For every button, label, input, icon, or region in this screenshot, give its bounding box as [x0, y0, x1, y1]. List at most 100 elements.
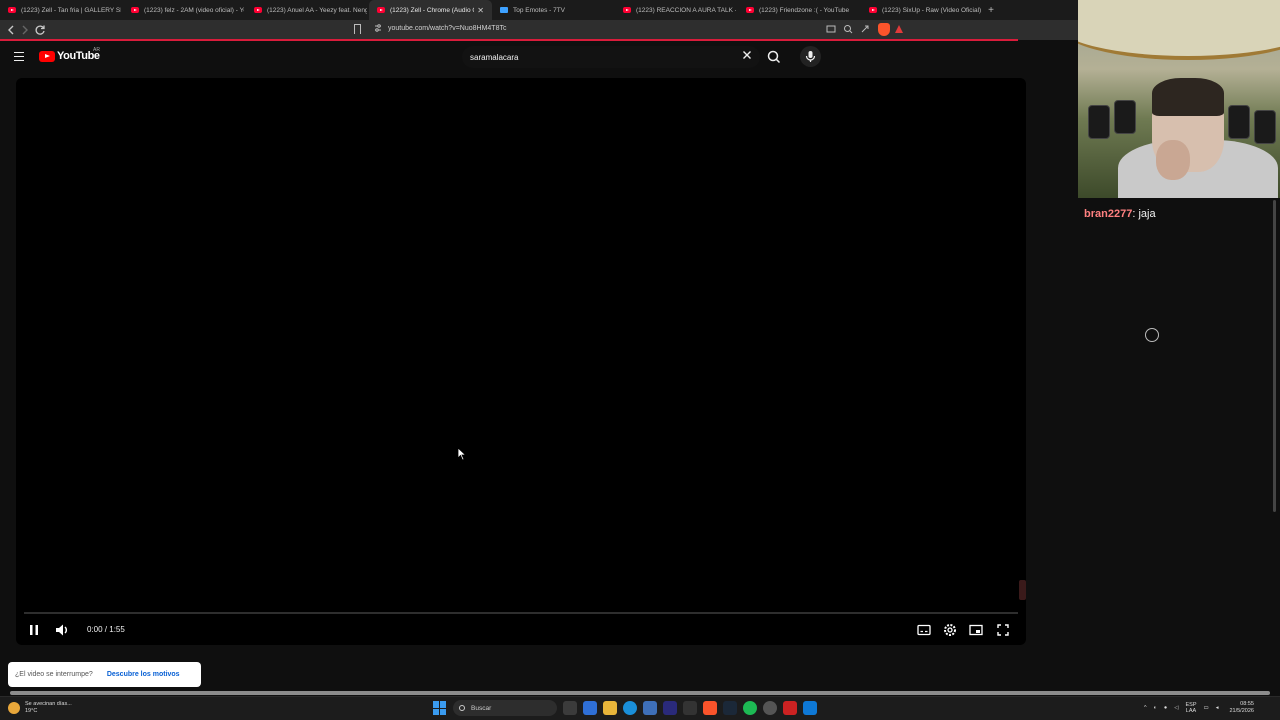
stadium-seat	[1114, 100, 1136, 134]
clock[interactable]: 08:55 21/5/2026	[1229, 701, 1253, 715]
weather-widget[interactable]: Se avecinan días... 19°C	[8, 701, 72, 715]
calculator-icon[interactable]	[643, 701, 657, 715]
pause-icon[interactable]	[26, 622, 42, 638]
layout-code: LAA	[1185, 708, 1197, 714]
obs-icon[interactable]	[763, 701, 777, 715]
app-fe-icon[interactable]	[663, 701, 677, 715]
chat-username: bran2277	[1084, 208, 1133, 220]
edge-icon[interactable]	[623, 701, 637, 715]
youtube-icon	[131, 7, 139, 13]
speaker-tray-icon[interactable]: ◁	[1174, 705, 1178, 711]
youtube-header: YouTube AR	[0, 41, 1078, 74]
network-icon[interactable]: ◐	[1154, 705, 1157, 711]
back-icon[interactable]	[4, 23, 18, 37]
playback-notice: ¿El video se interrumpe? Descubre los mo…	[8, 662, 201, 687]
screen: (1223) Zell - Tan fria | GALLERY SESSI (…	[0, 0, 1280, 720]
brave-rewards-icon[interactable]	[895, 25, 903, 33]
reload-icon[interactable]	[33, 23, 47, 37]
tab-title: (1223) SixUp - Raw (Video Oficial) - Y	[882, 6, 982, 14]
recording-app-icon[interactable]	[783, 701, 797, 715]
browser-tab[interactable]: (1223) SixUp - Raw (Video Oficial) - Y	[861, 0, 984, 20]
youtube-logo[interactable]: YouTube AR	[39, 47, 100, 62]
search-input[interactable]	[470, 50, 720, 64]
browser-tab[interactable]: (1223) Friendzone :( - YouTube	[738, 0, 861, 20]
new-tab-button[interactable]: +	[984, 5, 998, 16]
browser-tab[interactable]: (1223) REACCION A AURA TALK - SA	[615, 0, 738, 20]
chevron-up-icon[interactable]: ^	[1144, 705, 1147, 711]
vscode-icon[interactable]	[803, 701, 817, 715]
progress-bar[interactable]	[24, 612, 1018, 614]
forward-icon[interactable]	[18, 23, 32, 37]
fullscreen-icon[interactable]	[995, 622, 1011, 638]
weather-temperature: 19°C	[25, 708, 38, 714]
tab-title: Top Emotes - 7TV	[513, 6, 566, 14]
youtube-icon	[869, 7, 877, 13]
vertical-scrollbar[interactable]	[1272, 200, 1278, 512]
taskbar-search[interactable]: Buscar	[453, 700, 557, 716]
loading-spinner-icon	[1145, 328, 1159, 342]
brave-icon[interactable]	[703, 701, 717, 715]
share-icon[interactable]	[860, 24, 870, 34]
spotify-icon[interactable]	[743, 701, 757, 715]
weather-headline: Se avecinan días...	[25, 701, 72, 707]
taskbar-search-label: Buscar	[471, 704, 492, 712]
stadium-seat	[1254, 110, 1276, 144]
steam-icon[interactable]	[723, 701, 737, 715]
browser-tab[interactable]: (1223) felz - 2AM (video oficial) - You	[123, 0, 246, 20]
toolbar-icons	[826, 24, 870, 34]
youtube-icon	[623, 7, 631, 13]
windows-taskbar: Se avecinan días... 19°C Buscar ^ ◐ ● ◁ …	[0, 696, 1280, 720]
tab-title: (1223) Anuel AA - Yeezy feat. Ñengo	[267, 6, 367, 14]
search-box	[462, 46, 760, 68]
brave-shield-icon[interactable]	[878, 23, 890, 36]
browser-tab[interactable]: (1223) Zell - Tan fria | GALLERY SESSI	[0, 0, 123, 20]
tab-strip: (1223) Zell - Tan fria | GALLERY SESSI (…	[0, 0, 1078, 20]
tab-title: (1223) Zell - Chrome (Audio Ofi	[390, 6, 474, 14]
browser-tab-active[interactable]: (1223) Zell - Chrome (Audio Ofi ✕	[369, 0, 492, 20]
windows-start-icon[interactable]	[433, 701, 447, 715]
miniplayer-icon[interactable]	[968, 622, 984, 638]
chat-text: jaja	[1138, 208, 1156, 220]
youtube-play-icon	[39, 50, 55, 62]
settings-gear-icon[interactable]	[942, 622, 958, 638]
menu-icon[interactable]	[14, 52, 24, 61]
youtube-icon	[8, 7, 16, 13]
clear-search-icon[interactable]	[740, 49, 754, 63]
7tv-icon	[500, 7, 508, 13]
stadium-seat	[1088, 105, 1110, 139]
bookmark-icon[interactable]	[354, 24, 361, 34]
volume-icon[interactable]	[54, 622, 70, 638]
app-mm-icon[interactable]	[683, 701, 697, 715]
system-tray: ^ ◐ ● ◁ ESP LAA ▭ ◂ 08:55 21/5/2026	[1144, 701, 1254, 715]
time-display: 0:00 / 1:55	[87, 625, 125, 634]
file-explorer-icon[interactable]	[603, 701, 617, 715]
streamer-hand	[1156, 140, 1190, 180]
scrollbar-thumb[interactable]	[1273, 200, 1276, 512]
webcam-overlay	[1078, 0, 1280, 198]
subtitles-icon[interactable]	[916, 622, 932, 638]
video-player[interactable]: 0:00 / 1:55	[16, 78, 1026, 645]
taskbar-apps: Buscar	[433, 700, 817, 716]
site-info-icon[interactable]	[374, 24, 382, 34]
notice-question: ¿El video se interrumpe?	[15, 671, 93, 678]
browser-tab[interactable]: Top Emotes - 7TV	[492, 0, 615, 20]
notice-link[interactable]: Descubre los motivos	[107, 671, 180, 678]
cast-icon[interactable]	[826, 24, 836, 34]
volume-tray-icon[interactable]: ◂	[1216, 705, 1219, 711]
zoom-icon[interactable]	[843, 24, 853, 34]
browser-tab[interactable]: (1223) Anuel AA - Yeezy feat. Ñengo	[246, 0, 369, 20]
close-icon[interactable]: ✕	[477, 6, 484, 15]
notification-icon[interactable]: ▭	[1204, 705, 1209, 711]
task-view-icon[interactable]	[563, 701, 577, 715]
microphone-icon[interactable]	[800, 46, 821, 67]
mic-tray-icon[interactable]: ●	[1164, 705, 1167, 711]
youtube-icon	[377, 7, 385, 13]
chat-message: bran2277: jaja	[1084, 208, 1156, 220]
clock-date: 21/5/2026	[1229, 708, 1254, 714]
youtube-icon	[254, 7, 262, 13]
copilot-icon[interactable]	[583, 701, 597, 715]
language-indicator[interactable]: ESP LAA	[1185, 702, 1196, 714]
scrollbar-thumb[interactable]	[10, 691, 1270, 695]
search-icon[interactable]	[766, 49, 782, 65]
end-screen-thumbnail[interactable]	[1019, 580, 1026, 600]
